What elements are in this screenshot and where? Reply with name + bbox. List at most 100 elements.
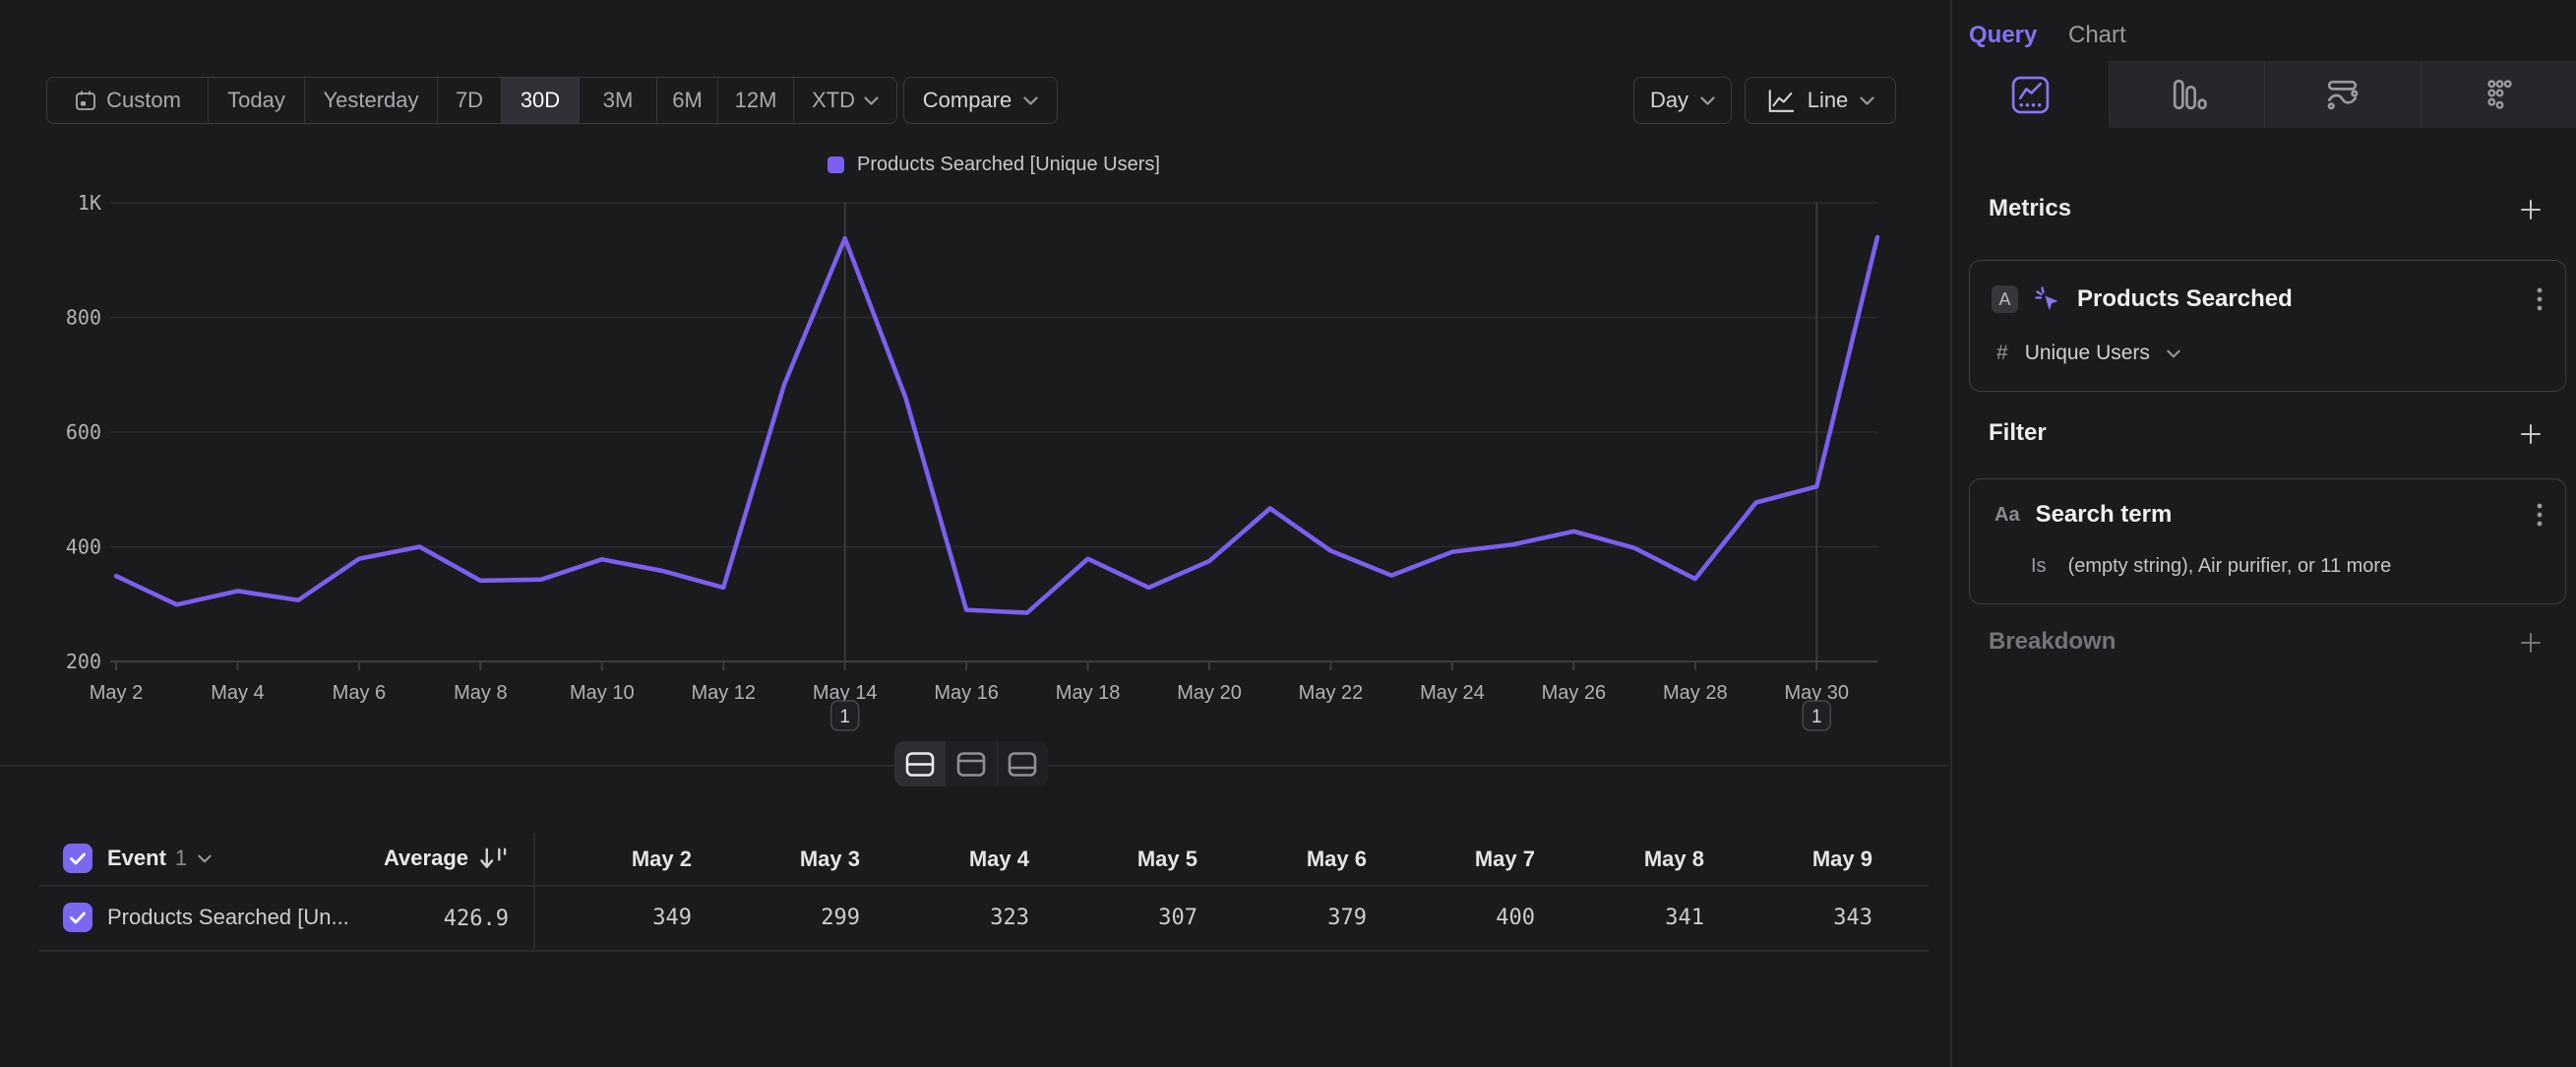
breakdown-heading: Breakdown bbox=[1989, 628, 2116, 656]
svg-text:May 28: May 28 bbox=[1663, 682, 1728, 704]
table-header-left: Event 1 bbox=[63, 844, 212, 873]
flows-icon bbox=[2321, 74, 2363, 116]
view-toggle-split[interactable] bbox=[894, 741, 945, 786]
filter-value[interactable]: (empty string), Air purifier, or 11 more bbox=[2068, 555, 2392, 578]
aggregation-type-icon: # bbox=[1996, 342, 2008, 365]
row-series-name: Products Searched [Un... bbox=[107, 905, 349, 930]
granularity-label: Day bbox=[1650, 88, 1688, 113]
cell-value-may-7: 400 bbox=[1378, 906, 1535, 930]
chevron-down-icon[interactable] bbox=[198, 854, 212, 863]
add-metric-button[interactable] bbox=[2518, 197, 2544, 222]
svg-text:May 18: May 18 bbox=[1056, 682, 1121, 704]
event-column-header: Event bbox=[107, 846, 166, 871]
row-checkbox[interactable] bbox=[63, 903, 92, 932]
table-row-separator bbox=[39, 885, 1929, 887]
metric-name: Products Searched bbox=[2077, 285, 2293, 313]
table-row-left: Products Searched [Un... bbox=[63, 903, 349, 932]
table-column-separator bbox=[533, 833, 535, 950]
table-row-separator bbox=[39, 950, 1929, 952]
cell-value-may-6: 379 bbox=[1209, 906, 1367, 930]
filter-card[interactable]: Aa Search term Is (empty string), Air pu… bbox=[1969, 478, 2566, 604]
svg-text:May 8: May 8 bbox=[454, 682, 507, 704]
chart-type-tab-strip bbox=[1953, 61, 2576, 128]
tab-query[interactable]: Query bbox=[1969, 22, 2037, 49]
aggregation-dropdown[interactable]: Unique Users bbox=[2025, 342, 2150, 365]
sort-descending-icon[interactable] bbox=[478, 846, 509, 872]
compare-button[interactable]: Compare bbox=[903, 77, 1058, 124]
range-custom[interactable]: Custom bbox=[47, 78, 208, 123]
kebab-menu-icon[interactable] bbox=[2536, 501, 2544, 529]
add-breakdown-button[interactable] bbox=[2518, 630, 2544, 656]
average-label: Average bbox=[384, 846, 468, 871]
analytics-app: CustomTodayYesterday7D30D3M6M12MXTD Comp… bbox=[0, 0, 2576, 1067]
chart-type-dropdown[interactable]: Line bbox=[1745, 77, 1896, 124]
compare-label: Compare bbox=[923, 88, 1012, 113]
calendar-icon bbox=[74, 89, 97, 112]
filter-operator[interactable]: Is bbox=[2031, 555, 2047, 578]
column-header-may-4[interactable]: May 4 bbox=[872, 847, 1029, 872]
svg-text:May 22: May 22 bbox=[1299, 682, 1364, 704]
range-today[interactable]: Today bbox=[208, 78, 304, 123]
line-chart-plot[interactable]: 1K800600400200May 2May 4May 6May 8May 10… bbox=[0, 138, 1948, 768]
column-header-may-9[interactable]: May 9 bbox=[1715, 847, 1872, 872]
tab-insights[interactable] bbox=[1953, 61, 2109, 128]
cell-value-may-2: 349 bbox=[534, 906, 692, 930]
svg-text:May 24: May 24 bbox=[1420, 682, 1485, 704]
line-chart-icon bbox=[1766, 88, 1796, 114]
filter-heading: Filter bbox=[1989, 419, 2047, 447]
chevron-down-icon bbox=[1700, 96, 1715, 105]
kebab-menu-icon[interactable] bbox=[2536, 285, 2544, 313]
filter-property-name: Search term bbox=[2036, 501, 2173, 529]
chevron-down-icon bbox=[1023, 96, 1038, 105]
granularity-dropdown[interactable]: Day bbox=[1633, 77, 1732, 124]
svg-text:May 4: May 4 bbox=[211, 682, 264, 704]
svg-text:800: 800 bbox=[66, 306, 101, 330]
view-toggle-table-only[interactable] bbox=[997, 741, 1048, 786]
chevron-down-icon bbox=[1860, 96, 1874, 105]
date-range-segmented: CustomTodayYesterday7D30D3M6M12MXTD bbox=[46, 77, 897, 124]
tab-bar-chart[interactable] bbox=[2109, 61, 2265, 128]
range-xtd[interactable]: XTD bbox=[793, 78, 896, 123]
column-header-may-7[interactable]: May 7 bbox=[1378, 847, 1535, 872]
metric-letter-badge: A bbox=[1992, 285, 2018, 313]
svg-text:May 2: May 2 bbox=[90, 682, 143, 704]
svg-text:1: 1 bbox=[839, 707, 850, 727]
select-all-checkbox[interactable] bbox=[63, 844, 92, 873]
retention-dots-icon bbox=[2478, 74, 2520, 116]
column-header-may-2[interactable]: May 2 bbox=[534, 847, 692, 872]
range-30d[interactable]: 30D bbox=[501, 78, 579, 123]
metric-card[interactable]: A Products Searched # Unique Users bbox=[1969, 260, 2566, 392]
bar-chart-icon bbox=[2166, 74, 2208, 116]
insights-icon bbox=[2009, 74, 2052, 116]
svg-text:600: 600 bbox=[66, 420, 101, 444]
tab-chart[interactable]: Chart bbox=[2068, 22, 2126, 49]
range-3m[interactable]: 3M bbox=[579, 78, 656, 123]
add-filter-button[interactable] bbox=[2518, 421, 2544, 447]
column-header-may-3[interactable]: May 3 bbox=[703, 847, 860, 872]
column-header-may-5[interactable]: May 5 bbox=[1040, 847, 1197, 872]
range-12m[interactable]: 12M bbox=[717, 78, 793, 123]
view-toggle-group bbox=[894, 741, 1048, 786]
column-header-may-6[interactable]: May 6 bbox=[1209, 847, 1367, 872]
range-7d[interactable]: 7D bbox=[437, 78, 501, 123]
cell-value-may-9: 343 bbox=[1715, 906, 1872, 930]
tab-retention[interactable] bbox=[2421, 61, 2576, 128]
svg-text:May 26: May 26 bbox=[1542, 682, 1607, 704]
view-toggle-chart-only[interactable] bbox=[945, 741, 996, 786]
average-column-header[interactable]: Average bbox=[384, 844, 509, 873]
column-header-may-8[interactable]: May 8 bbox=[1547, 847, 1704, 872]
event-count: 1 bbox=[175, 846, 187, 871]
chevron-down-icon[interactable] bbox=[2167, 349, 2180, 358]
tab-flows[interactable] bbox=[2264, 61, 2421, 128]
range-yesterday[interactable]: Yesterday bbox=[304, 78, 437, 123]
main-sidebar-divider bbox=[1950, 0, 1952, 1067]
svg-text:May 12: May 12 bbox=[691, 682, 756, 704]
svg-text:May 10: May 10 bbox=[570, 682, 635, 704]
cell-value-may-4: 323 bbox=[872, 906, 1029, 930]
svg-text:200: 200 bbox=[66, 650, 101, 673]
cell-value-may-5: 307 bbox=[1040, 906, 1197, 930]
text-property-icon: Aa bbox=[1994, 504, 2020, 527]
cell-value-may-3: 299 bbox=[703, 906, 860, 930]
svg-text:400: 400 bbox=[66, 535, 101, 559]
range-6m[interactable]: 6M bbox=[656, 78, 717, 123]
